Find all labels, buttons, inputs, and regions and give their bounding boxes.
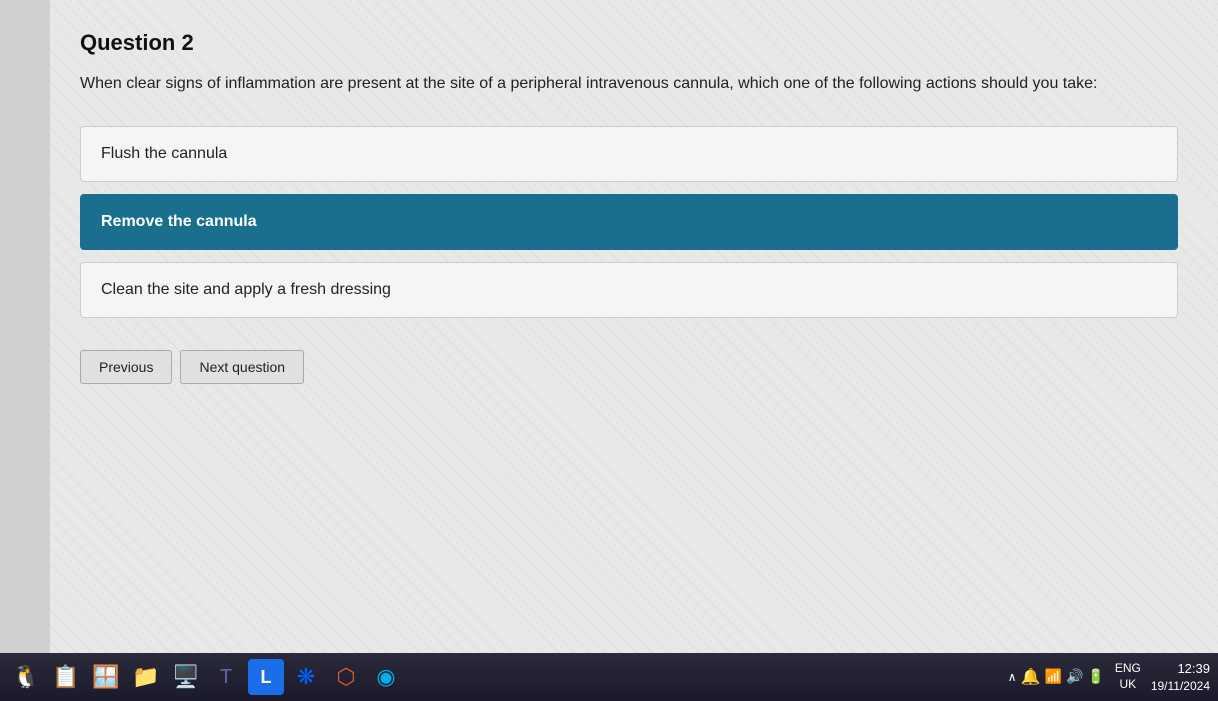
country-code: UK <box>1115 677 1141 693</box>
taskbar-icon-1[interactable]: 📋 <box>48 659 84 695</box>
taskbar: 🐧 📋 🪟 📁 🖥️ T L ❋ ⬡ ◉ ∧ 🔔 📶 🔊 🔋 ENG UK 12… <box>0 653 1218 701</box>
clock-time: 12:39 <box>1151 660 1210 678</box>
main-content: Question 2 When clear signs of inflammat… <box>0 0 1218 653</box>
previous-button[interactable]: Previous <box>80 350 172 384</box>
navigation-buttons: Previous Next question <box>80 350 1178 384</box>
taskbar-icon-5[interactable]: T <box>208 659 244 695</box>
volume-icon[interactable]: 🔊 <box>1066 668 1083 685</box>
taskbar-icon-0[interactable]: 🐧 <box>8 659 44 695</box>
left-sidebar <box>0 0 50 653</box>
clock[interactable]: 12:39 19/11/2024 <box>1151 660 1210 695</box>
next-question-button[interactable]: Next question <box>180 350 304 384</box>
answer-option-3[interactable]: Clean the site and apply a fresh dressin… <box>80 262 1178 318</box>
battery-icon[interactable]: 🔋 <box>1087 668 1104 685</box>
taskbar-icon-8[interactable]: ⬡ <box>328 659 364 695</box>
notifications-icon[interactable]: 🔔 <box>1021 667 1041 687</box>
taskbar-icon-2[interactable]: 🪟 <box>88 659 124 695</box>
taskbar-icon-6[interactable]: L <box>248 659 284 695</box>
taskbar-icon-9[interactable]: ◉ <box>368 659 404 695</box>
clock-date: 19/11/2024 <box>1151 678 1210 695</box>
answer-option-2[interactable]: Remove the cannula <box>80 194 1178 250</box>
taskbar-icon-4[interactable]: 🖥️ <box>168 659 204 695</box>
language-code: ENG <box>1115 661 1141 677</box>
taskbar-icon-3[interactable]: 📁 <box>128 659 164 695</box>
taskbar-right: ∧ 🔔 📶 🔊 🔋 ENG UK 12:39 19/11/2024 <box>1008 660 1210 695</box>
answer-option-1[interactable]: Flush the cannula <box>80 126 1178 182</box>
chevron-up-icon[interactable]: ∧ <box>1008 670 1017 684</box>
wifi-icon[interactable]: 📶 <box>1045 668 1062 685</box>
language-indicator[interactable]: ENG UK <box>1115 661 1141 692</box>
question-text: When clear signs of inflammation are pre… <box>80 72 1130 96</box>
taskbar-icon-7[interactable]: ❋ <box>288 659 324 695</box>
system-tray-icons: ∧ 🔔 📶 🔊 🔋 <box>1008 667 1105 687</box>
question-number: Question 2 <box>80 30 1178 56</box>
